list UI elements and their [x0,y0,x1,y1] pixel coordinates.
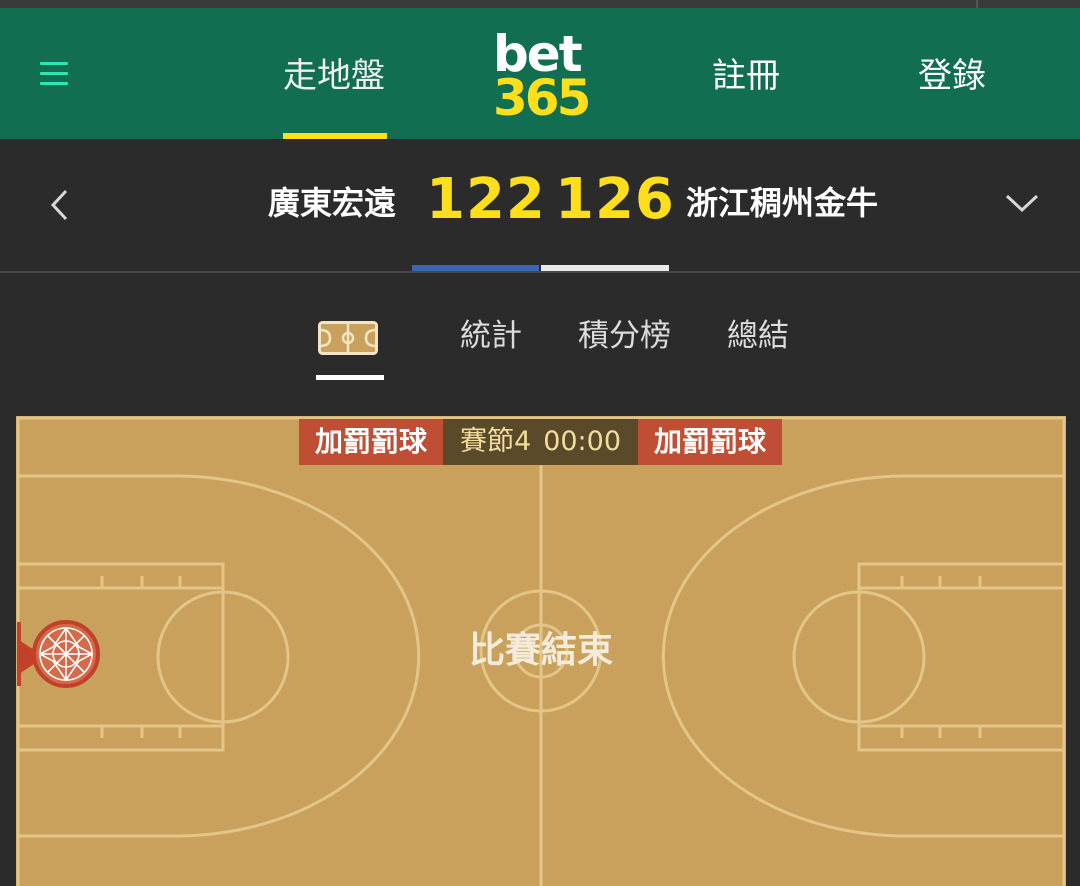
chevron-left-icon[interactable] [48,187,72,223]
tab-summary[interactable]: 總結 [727,315,789,357]
home-team-color-bar [412,265,539,271]
court-tab-active-indicator [316,375,384,380]
away-team-color-bar [541,265,669,271]
away-team-score: 126 [555,167,675,232]
home-team-score: 122 [426,167,546,232]
left-team-event-banner: 加罰罰球 [299,419,443,465]
period-clock-banner: 賽節4 00:00 [443,419,638,465]
right-team-event-banner: 加罰罰球 [638,419,782,465]
home-team-name: 廣東宏遠 [268,184,397,222]
match-status-text: 比賽結束 [468,630,613,671]
status-bar-divider [976,0,978,8]
chevron-down-icon[interactable] [1004,191,1040,215]
period-label: 賽節4 [460,426,532,457]
logo-text-365: 365 [493,69,591,127]
away-team-name: 浙江稠州金牛 [686,184,879,222]
match-tabs: 統計 積分榜 總結 [0,273,1080,416]
top-navigation-bar: 走地盤 bet 365 註冊 登錄 [0,8,1080,139]
nav-live-betting[interactable]: 走地盤 [283,54,385,98]
hamburger-menu-icon[interactable] [40,60,70,88]
tab-standings[interactable]: 積分榜 [578,315,671,357]
scoreboard: 廣東宏遠 122 126 浙江稠州金牛 [0,139,1080,273]
tab-stats[interactable]: 統計 [460,315,522,357]
game-clock: 00:00 [543,426,621,457]
status-bar [0,0,1080,8]
bet365-logo[interactable]: bet 365 [492,26,592,127]
nav-register[interactable]: 註冊 [712,54,780,98]
nav-login[interactable]: 登錄 [918,54,986,98]
basketball-court-icon[interactable] [318,321,378,355]
basketball-court-visualization: 加罰罰球 賽節4 00:00 加罰罰球 比賽結束 [16,416,1066,886]
